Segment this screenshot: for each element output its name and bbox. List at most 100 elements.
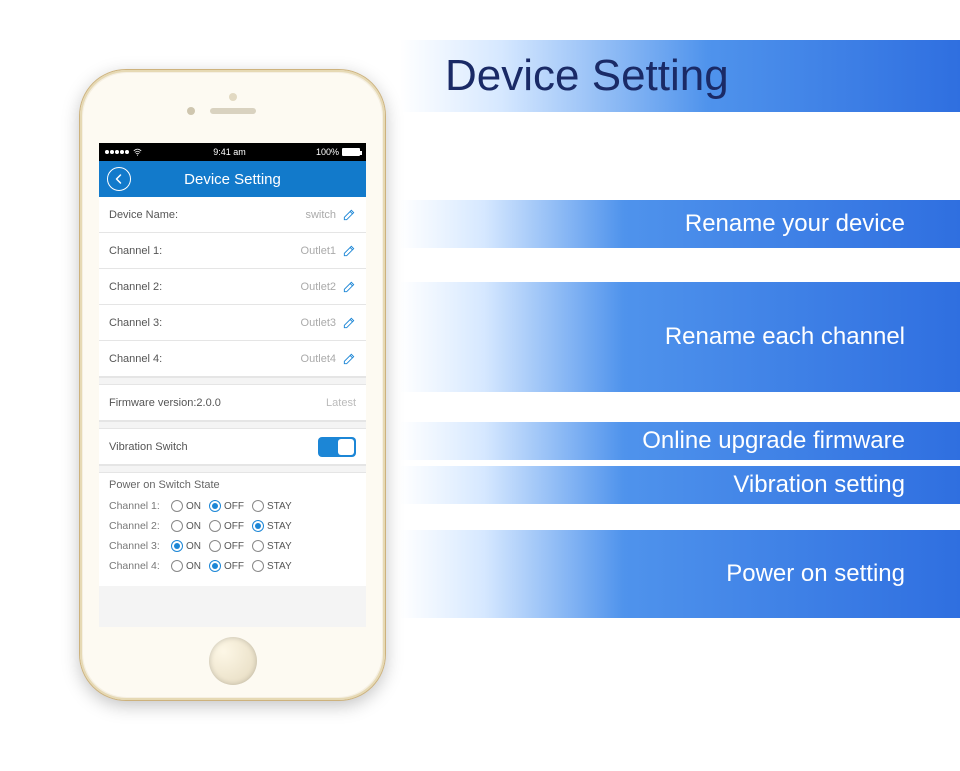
radio-circle-icon bbox=[209, 560, 221, 572]
radio-circle-icon bbox=[252, 540, 264, 552]
power-channel-label: Channel 1: bbox=[109, 500, 167, 512]
row-channel-4[interactable]: Channel 4: Outlet4 bbox=[99, 341, 366, 377]
app-header: Device Setting bbox=[99, 161, 366, 197]
radio-circle-icon bbox=[209, 520, 221, 532]
app-header-title: Device Setting bbox=[184, 171, 281, 188]
radio-label: ON bbox=[186, 521, 201, 532]
radio-label: ON bbox=[186, 561, 201, 572]
power-row-channel-2: Channel 2: ON OFF STAY bbox=[109, 516, 356, 536]
wifi-icon bbox=[132, 148, 143, 157]
radio-label: OFF bbox=[224, 561, 244, 572]
row-channel-1[interactable]: Channel 1: Outlet1 bbox=[99, 233, 366, 269]
radio-stay[interactable]: STAY bbox=[252, 560, 292, 572]
info-rename-device: Rename your device bbox=[400, 200, 960, 248]
settings-list: Device Name: switch Channel 1: Outlet1 bbox=[99, 197, 366, 377]
divider bbox=[99, 465, 366, 473]
vibration-label: Vibration Switch bbox=[109, 441, 188, 453]
radio-stay[interactable]: STAY bbox=[252, 500, 292, 512]
radio-label: ON bbox=[186, 501, 201, 512]
row-channel-2[interactable]: Channel 2: Outlet2 bbox=[99, 269, 366, 305]
power-channel-label: Channel 2: bbox=[109, 520, 167, 532]
radio-circle-icon bbox=[252, 560, 264, 572]
radio-circle-icon bbox=[171, 560, 183, 572]
radio-group: ON OFF STAY bbox=[171, 540, 292, 552]
battery-text: 100% bbox=[316, 147, 339, 157]
channel4-label: Channel 4: bbox=[109, 353, 162, 365]
page-title-banner: Device Setting bbox=[400, 40, 960, 112]
phone-sensor bbox=[229, 93, 237, 101]
radio-stay[interactable]: STAY bbox=[252, 540, 292, 552]
radio-circle-icon bbox=[252, 500, 264, 512]
channel3-value: Outlet3 bbox=[301, 317, 336, 329]
radio-label: STAY bbox=[267, 541, 292, 552]
battery-icon bbox=[342, 148, 360, 156]
radio-circle-icon bbox=[171, 520, 183, 532]
radio-group: ON OFF STAY bbox=[171, 500, 292, 512]
radio-label: ON bbox=[186, 541, 201, 552]
info-upgrade-firmware: Online upgrade firmware bbox=[400, 422, 960, 460]
status-time: 9:41 am bbox=[213, 147, 246, 157]
radio-off[interactable]: OFF bbox=[209, 520, 244, 532]
channel1-label: Channel 1: bbox=[109, 245, 162, 257]
radio-circle-icon bbox=[171, 500, 183, 512]
edit-icon[interactable] bbox=[342, 280, 356, 294]
radio-on[interactable]: ON bbox=[171, 560, 201, 572]
vibration-toggle[interactable] bbox=[318, 437, 356, 457]
info-power-on-setting: Power on setting bbox=[400, 530, 960, 618]
status-bar: 9:41 am 100% bbox=[99, 143, 366, 161]
radio-label: OFF bbox=[224, 541, 244, 552]
row-device-name[interactable]: Device Name: switch bbox=[99, 197, 366, 233]
radio-stay[interactable]: STAY bbox=[252, 520, 292, 532]
page-title: Device Setting bbox=[445, 51, 729, 101]
edit-icon[interactable] bbox=[342, 316, 356, 330]
radio-circle-icon bbox=[209, 540, 221, 552]
power-row-channel-4: Channel 4: ON OFF STAY bbox=[109, 556, 356, 576]
divider bbox=[99, 421, 366, 429]
power-on-title: Power on Switch State bbox=[109, 479, 356, 491]
channel1-value: Outlet1 bbox=[301, 245, 336, 257]
radio-off[interactable]: OFF bbox=[209, 560, 244, 572]
radio-label: OFF bbox=[224, 521, 244, 532]
edit-icon[interactable] bbox=[342, 244, 356, 258]
radio-label: STAY bbox=[267, 501, 292, 512]
info-vibration-setting: Vibration setting bbox=[400, 466, 960, 504]
row-channel-3[interactable]: Channel 3: Outlet3 bbox=[99, 305, 366, 341]
divider bbox=[99, 377, 366, 385]
channel4-value: Outlet4 bbox=[301, 353, 336, 365]
radio-on[interactable]: ON bbox=[171, 500, 201, 512]
home-button[interactable] bbox=[209, 637, 257, 685]
phone-speaker bbox=[210, 108, 256, 114]
radio-circle-icon bbox=[252, 520, 264, 532]
power-channel-label: Channel 4: bbox=[109, 560, 167, 572]
radio-group: ON OFF STAY bbox=[171, 560, 292, 572]
radio-label: STAY bbox=[267, 521, 292, 532]
row-vibration: Vibration Switch bbox=[99, 429, 366, 465]
radio-on[interactable]: ON bbox=[171, 520, 201, 532]
radio-label: STAY bbox=[267, 561, 292, 572]
radio-off[interactable]: OFF bbox=[209, 500, 244, 512]
radio-off[interactable]: OFF bbox=[209, 540, 244, 552]
radio-label: OFF bbox=[224, 501, 244, 512]
row-firmware[interactable]: Firmware version:2.0.0 Latest bbox=[99, 385, 366, 421]
info-rename-channel: Rename each channel bbox=[400, 282, 960, 392]
device-name-label: Device Name: bbox=[109, 209, 178, 221]
power-row-channel-1: Channel 1: ON OFF STAY bbox=[109, 496, 356, 516]
signal-icon bbox=[105, 150, 129, 154]
phone-camera bbox=[187, 107, 195, 115]
power-row-channel-3: Channel 3:ONOFFSTAY bbox=[109, 536, 356, 556]
power-on-state-section: Power on Switch State Channel 1: ON OFF STA… bbox=[99, 473, 366, 586]
channel2-value: Outlet2 bbox=[301, 281, 336, 293]
firmware-value: Latest bbox=[326, 397, 356, 409]
edit-icon[interactable] bbox=[342, 208, 356, 222]
phone-mockup: 9:41 am 100% Device Setting Device Name: bbox=[80, 70, 385, 700]
channel3-label: Channel 3: bbox=[109, 317, 162, 329]
radio-group: ON OFF STAY bbox=[171, 520, 292, 532]
chevron-left-icon bbox=[113, 173, 125, 185]
back-button[interactable] bbox=[107, 167, 131, 191]
phone-screen: 9:41 am 100% Device Setting Device Name: bbox=[99, 143, 366, 627]
channel2-label: Channel 2: bbox=[109, 281, 162, 293]
firmware-label: Firmware version:2.0.0 bbox=[109, 397, 221, 409]
radio-on[interactable]: ON bbox=[171, 540, 201, 552]
radio-circle-icon bbox=[209, 500, 221, 512]
edit-icon[interactable] bbox=[342, 352, 356, 366]
